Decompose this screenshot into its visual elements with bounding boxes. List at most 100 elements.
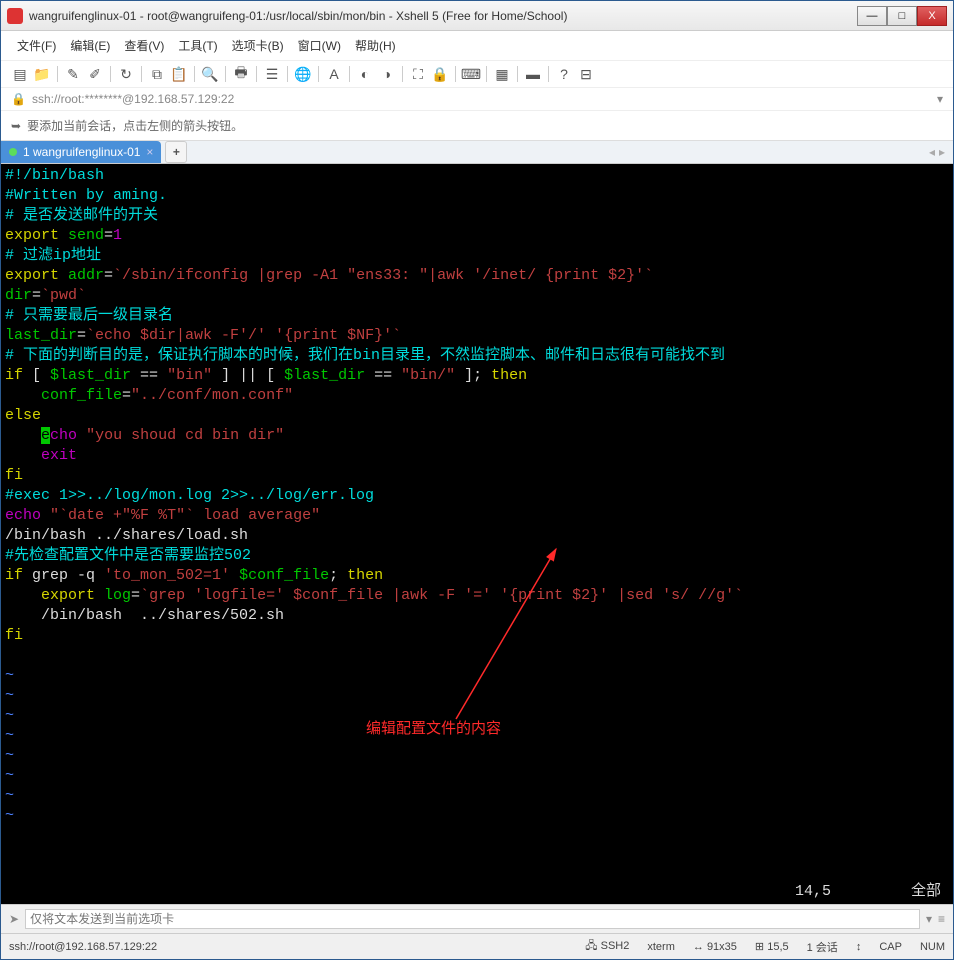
- vim-tilde: ~: [5, 726, 949, 746]
- print-icon[interactable]: 🖶: [232, 65, 250, 83]
- menu-item[interactable]: 工具(T): [172, 35, 223, 56]
- help-icon[interactable]: ?: [555, 65, 573, 83]
- terminal-line: /bin/bash ../shares/load.sh: [5, 526, 949, 546]
- minimize-button[interactable]: —: [857, 6, 887, 26]
- vim-tilde: ~: [5, 766, 949, 786]
- maximize-button[interactable]: □: [887, 6, 917, 26]
- terminal-line: else: [5, 406, 949, 426]
- paste-icon[interactable]: 📋: [170, 65, 188, 83]
- arrow-add-icon[interactable]: ➥: [11, 119, 21, 133]
- terminal[interactable]: #!/bin/bash#Written by aming.# 是否发送邮件的开关…: [1, 164, 953, 904]
- terminal-line: /bin/bash ../shares/502.sh: [5, 606, 949, 626]
- vim-tilde: ~: [5, 686, 949, 706]
- tab-close-icon[interactable]: ×: [146, 145, 153, 159]
- window-controls: — □ X: [857, 6, 947, 26]
- script2-icon[interactable]: ◑: [378, 65, 396, 83]
- terminal-line: # 只需要最后一级目录名: [5, 306, 949, 326]
- menubar: 文件(F)编辑(E)查看(V)工具(T)选项卡(B)窗口(W)帮助(H): [1, 31, 953, 61]
- terminal-line: # 是否发送邮件的开关: [5, 206, 949, 226]
- toolbar: ▤ 📁 ✎ ✐ ↻ ⧉ 📋 🔍 🖶 ☰ 🌐 A ◐ ◑ ⛶ 🔒 ⌨ ▦ ▬ ? …: [1, 61, 953, 88]
- lock-small-icon: 🔒: [11, 92, 26, 106]
- menu-item[interactable]: 选项卡(B): [226, 35, 290, 56]
- copy-icon[interactable]: ⧉: [148, 65, 166, 83]
- about-icon[interactable]: ⊟: [577, 65, 595, 83]
- terminal-line: fi: [5, 466, 949, 486]
- status-sessions: 1 会话: [807, 939, 838, 955]
- status-address: ssh://root@192.168.57.129:22: [9, 941, 567, 953]
- status-num: NUM: [920, 941, 945, 953]
- terminal-line: #exec 1>>../log/mon.log 2>>../log/err.lo…: [5, 486, 949, 506]
- open-icon[interactable]: 📁: [33, 65, 51, 83]
- send-menu-icon[interactable]: ≡: [938, 912, 945, 926]
- script1-icon[interactable]: ◐: [356, 65, 374, 83]
- terminal-line: export addr=`/sbin/ifconfig |grep -A1 "e…: [5, 266, 949, 286]
- menu-item[interactable]: 文件(F): [11, 35, 62, 56]
- fullscreen-icon[interactable]: ⛶: [409, 65, 427, 83]
- terminal-line: export log=`grep 'logfile=' $conf_file |…: [5, 586, 949, 606]
- menu-item[interactable]: 查看(V): [118, 35, 170, 56]
- tile-icon[interactable]: ▬: [524, 65, 542, 83]
- send-dropdown-icon[interactable]: ▾: [926, 912, 932, 926]
- vim-tilde: ~: [5, 746, 949, 766]
- send-input[interactable]: [25, 909, 920, 929]
- globe-icon[interactable]: 🌐: [294, 65, 312, 83]
- status-pos: ⊞ 15,5: [755, 940, 789, 953]
- send-icon[interactable]: ➤: [9, 912, 19, 926]
- status-term: xterm: [647, 941, 675, 953]
- terminal-line: #Written by aming.: [5, 186, 949, 206]
- lock-icon[interactable]: 🔒: [431, 65, 449, 83]
- reconnect-icon[interactable]: ↻: [117, 65, 135, 83]
- terminal-line: #!/bin/bash: [5, 166, 949, 186]
- grid-icon[interactable]: ▦: [493, 65, 511, 83]
- wand-icon[interactable]: ✎: [64, 65, 82, 83]
- session-tab[interactable]: 1 wangruifenglinux-01 ×: [1, 141, 161, 163]
- tab-nav: ◂ ▸: [929, 145, 953, 159]
- tab-next-icon[interactable]: ▸: [939, 145, 945, 159]
- tab-bar: 1 wangruifenglinux-01 × + ◂ ▸: [1, 141, 953, 164]
- tab-label: 1 wangruifenglinux-01: [23, 145, 140, 159]
- new-icon[interactable]: ▤: [11, 65, 29, 83]
- keyboard-icon[interactable]: ⌨: [462, 65, 480, 83]
- new-tab-button[interactable]: +: [165, 141, 187, 163]
- status-ssh: 🖧 SSH2: [585, 937, 629, 956]
- vim-tilde: ~: [5, 806, 949, 826]
- font-icon[interactable]: A: [325, 65, 343, 83]
- tip-text: 要添加当前会话，点击左侧的箭头按钮。: [27, 117, 243, 134]
- status-trans: ↕: [856, 941, 862, 953]
- terminal-line: fi: [5, 626, 949, 646]
- search-icon[interactable]: 🔍: [201, 65, 219, 83]
- terminal-line: echo "`date +"%F %T"` load average": [5, 506, 949, 526]
- menu-item[interactable]: 编辑(E): [64, 35, 116, 56]
- status-dot-icon: [9, 148, 17, 156]
- close-button[interactable]: X: [917, 6, 947, 26]
- terminal-line: echo "you shoud cd bin dir": [5, 426, 949, 446]
- menu-item[interactable]: 窗口(W): [292, 35, 347, 56]
- terminal-line: export send=1: [5, 226, 949, 246]
- app-window: wangruifenglinux-01 - root@wangruifeng-0…: [0, 0, 954, 960]
- app-icon: [7, 8, 23, 24]
- address-text[interactable]: ssh://root:********@192.168.57.129:22: [32, 92, 234, 106]
- scroll-indicator: 全部: [911, 882, 941, 902]
- status-bar: ssh://root@192.168.57.129:22 🖧 SSH2 xter…: [1, 933, 953, 959]
- address-dropdown-icon[interactable]: ▾: [937, 92, 943, 106]
- terminal-line: # 下面的判断目的是，保证执行脚本的时候，我们在bin目录里，不然监控脚本、邮件…: [5, 346, 949, 366]
- terminal-line: if grep -q 'to_mon_502=1' $conf_file; th…: [5, 566, 949, 586]
- status-size: ↔ 91x35: [693, 941, 737, 953]
- brush-icon[interactable]: ✐: [86, 65, 104, 83]
- vim-tilde: ~: [5, 666, 949, 686]
- tab-prev-icon[interactable]: ◂: [929, 145, 935, 159]
- props-icon[interactable]: ☰: [263, 65, 281, 83]
- cursor-position: 14,5: [795, 882, 831, 902]
- titlebar: wangruifenglinux-01 - root@wangruifeng-0…: [1, 1, 953, 31]
- status-cap: CAP: [879, 941, 902, 953]
- terminal-line: # 过滤ip地址: [5, 246, 949, 266]
- vim-tilde: ~: [5, 706, 949, 726]
- terminal-line: last_dir=`echo $dir|awk -F'/' '{print $N…: [5, 326, 949, 346]
- vim-status: 14,5 全部: [795, 882, 941, 902]
- vim-tilde: ~: [5, 786, 949, 806]
- address-bar: 🔒 ssh://root:********@192.168.57.129:22 …: [1, 88, 953, 111]
- menu-item[interactable]: 帮助(H): [349, 35, 402, 56]
- terminal-line: conf_file="../conf/mon.conf": [5, 386, 949, 406]
- window-title: wangruifenglinux-01 - root@wangruifeng-0…: [29, 9, 857, 23]
- terminal-line: dir=`pwd`: [5, 286, 949, 306]
